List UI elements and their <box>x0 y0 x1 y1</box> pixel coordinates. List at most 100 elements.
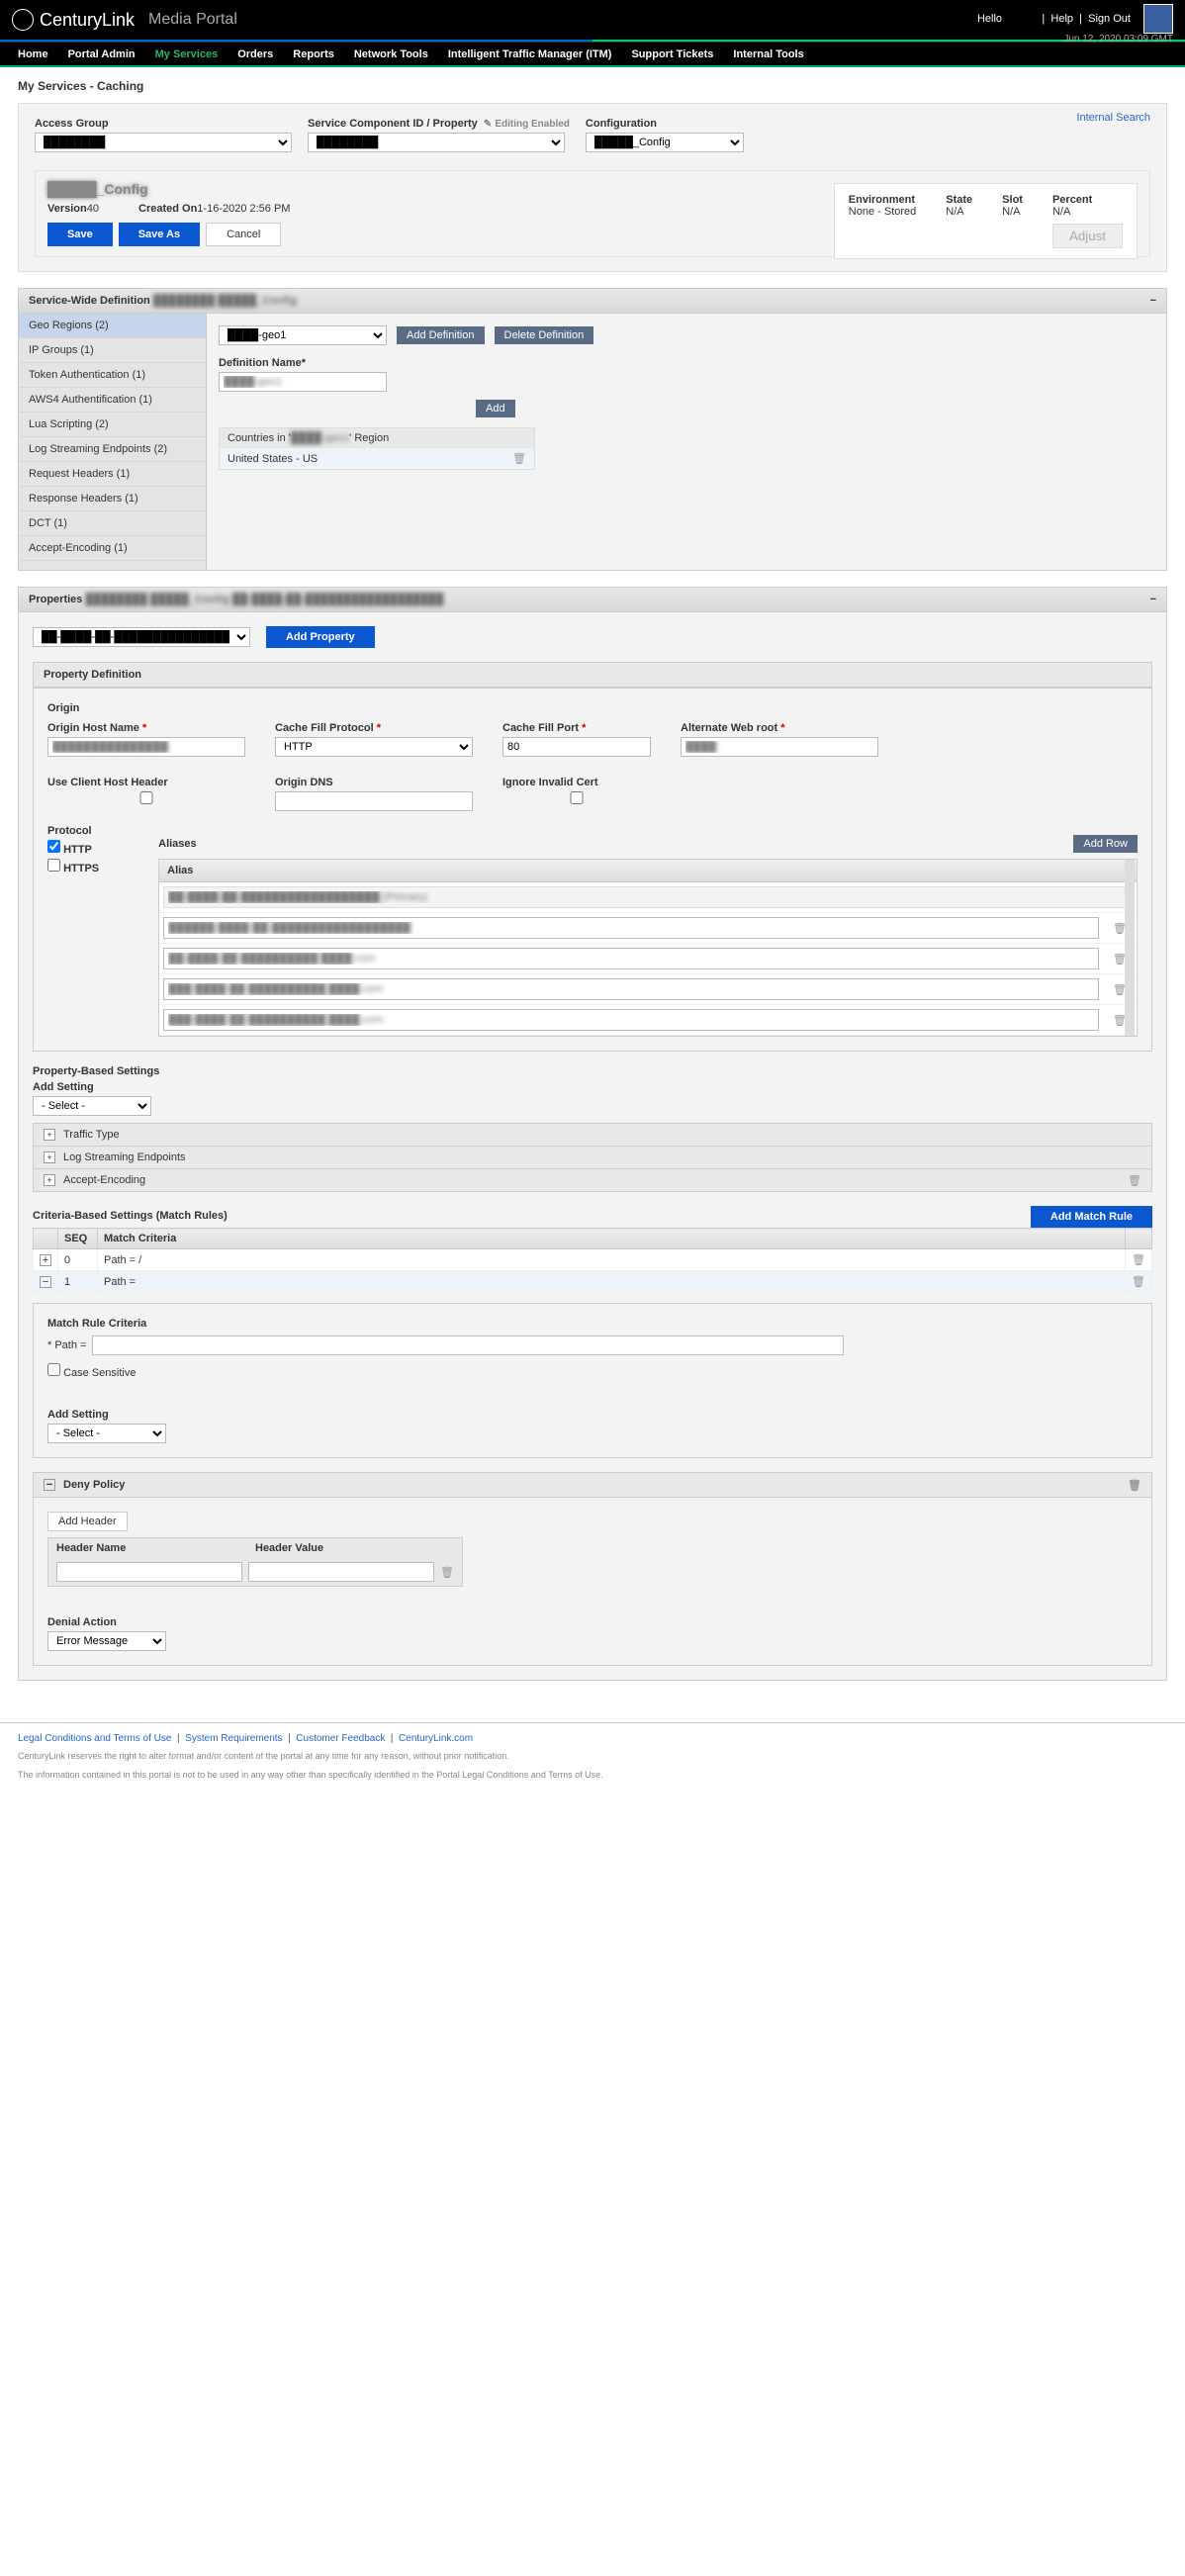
definition-name-input[interactable] <box>219 372 387 392</box>
alias-input[interactable] <box>163 948 1099 969</box>
property-select[interactable]: ██-████-██-██████████████████ <box>33 627 250 647</box>
swd-tab[interactable]: Log Streaming Endpoints (2) <box>19 437 206 462</box>
collapse-icon[interactable]: − <box>1150 594 1156 605</box>
origin-dns-input[interactable] <box>275 791 473 811</box>
expand-icon[interactable]: − <box>40 1276 51 1288</box>
menu-home[interactable]: Home <box>8 48 58 60</box>
swd-tab[interactable]: IP Groups (1) <box>19 338 206 363</box>
footer-link[interactable]: System Requirements <box>185 1733 282 1744</box>
trash-icon[interactable]: 🗑 <box>1132 1254 1145 1266</box>
alias-input[interactable] <box>163 917 1099 939</box>
expand-icon[interactable]: + <box>44 1151 55 1163</box>
help-link[interactable]: Help <box>1050 13 1073 25</box>
trash-icon[interactable]: 🗑 <box>440 1566 454 1579</box>
menu-support-tickets[interactable]: Support Tickets <box>621 48 723 60</box>
menu-intelligent-traffic-manager-itm-[interactable]: Intelligent Traffic Manager (ITM) <box>438 48 622 60</box>
swd-tab[interactable]: DCT (1) <box>19 511 206 536</box>
path-input[interactable] <box>92 1335 844 1355</box>
add-header-button[interactable]: Add Header <box>47 1512 128 1531</box>
criteria-based-settings: Add Match Rule Criteria-Based Settings (… <box>33 1210 1152 1666</box>
add-setting-select[interactable]: - Select - <box>33 1096 151 1116</box>
trash-icon[interactable]: 🗑 <box>1128 1479 1141 1492</box>
header-value-input[interactable] <box>248 1562 434 1582</box>
footer-link[interactable]: Legal Conditions and Terms of Use <box>18 1733 171 1744</box>
scid-select[interactable]: ████████ <box>308 133 565 152</box>
adjust-button[interactable]: Adjust <box>1052 224 1123 248</box>
origin-host-name-input[interactable] <box>47 737 245 757</box>
cbs-add-setting-select[interactable]: - Select - <box>47 1424 166 1443</box>
expand-icon[interactable]: − <box>44 1479 55 1491</box>
delete-definition-button[interactable]: Delete Definition <box>495 326 594 344</box>
ignore-invalid-cert-checkbox[interactable] <box>502 791 651 804</box>
countries-header: Countries in '████-geo1' Region <box>220 428 534 448</box>
trash-icon[interactable]: 🗑 <box>512 452 526 465</box>
filter-panel: Internal Search Access Group ████████ Se… <box>18 103 1167 272</box>
menu-reports[interactable]: Reports <box>283 48 344 60</box>
swd-tab[interactable]: Token Authentication (1) <box>19 363 206 388</box>
header-name-input[interactable] <box>56 1562 242 1582</box>
match-rule-criteria-box: Match Rule Criteria * Path = Case Sensit… <box>33 1303 1152 1458</box>
add-setting-label: Add Setting <box>33 1081 1152 1093</box>
pbs-row[interactable]: +Traffic Type <box>33 1123 1152 1147</box>
cache-fill-port-input[interactable] <box>502 737 651 757</box>
denial-action-select[interactable]: Error Message <box>47 1631 166 1651</box>
collapse-icon[interactable]: − <box>1150 295 1156 307</box>
properties-header[interactable]: Properties ████████ █████_Config ██-████… <box>18 587 1167 612</box>
http-checkbox[interactable]: HTTP <box>47 840 99 856</box>
add-definition-button[interactable]: Add Definition <box>397 326 485 344</box>
alias-input[interactable] <box>163 1009 1099 1031</box>
cache-fill-protocol-select[interactable]: HTTP <box>275 737 473 757</box>
swd-tab[interactable]: AWS4 Authentification (1) <box>19 388 206 413</box>
footer-link[interactable]: CenturyLink.com <box>399 1733 473 1744</box>
pbs-row[interactable]: +Log Streaming Endpoints <box>33 1146 1152 1169</box>
menu-portal-admin[interactable]: Portal Admin <box>58 48 145 60</box>
brand-logo: CenturyLink Media Portal <box>12 9 237 31</box>
created-label: Created On <box>138 203 197 215</box>
https-checkbox[interactable]: HTTPS <box>47 859 99 874</box>
version-label: Version <box>47 203 87 215</box>
cache-fill-port-label: Cache Fill Port <box>502 722 651 734</box>
menu-my-services[interactable]: My Services <box>145 48 228 60</box>
menu-orders[interactable]: Orders <box>228 48 283 60</box>
use-client-host-header-checkbox[interactable] <box>47 791 245 804</box>
menu-network-tools[interactable]: Network Tools <box>344 48 438 60</box>
trash-icon[interactable]: 🗑 <box>1128 1174 1141 1187</box>
alt-web-root-input[interactable] <box>681 737 878 757</box>
swd-tab[interactable]: Geo Regions (2) <box>19 314 206 338</box>
configuration-select[interactable]: █████_Config <box>586 133 744 152</box>
trash-icon[interactable]: 🗑 <box>1132 1276 1145 1288</box>
scrollbar[interactable] <box>1125 860 1135 1036</box>
brand-icon <box>12 9 34 31</box>
swd-tab[interactable]: Accept-Encoding (1) <box>19 536 206 561</box>
deny-policy-header[interactable]: − Deny Policy 🗑 <box>33 1472 1152 1498</box>
pencil-icon: ✎ <box>484 119 492 130</box>
swd-tab[interactable]: Lua Scripting (2) <box>19 413 206 437</box>
definition-select[interactable]: ████-geo1 <box>219 325 387 345</box>
cancel-button[interactable]: Cancel <box>206 223 281 246</box>
swd-tab[interactable]: Response Headers (1) <box>19 487 206 511</box>
case-sensitive-checkbox[interactable]: Case Sensitive <box>47 1363 1138 1379</box>
add-country-button[interactable]: Add <box>476 400 515 417</box>
signout-link[interactable]: Sign Out <box>1088 13 1131 25</box>
access-group-select[interactable]: ████████ <box>35 133 292 152</box>
menu-internal-tools[interactable]: Internal Tools <box>723 48 813 60</box>
expand-icon[interactable]: + <box>44 1129 55 1141</box>
save-button[interactable]: Save <box>47 223 113 246</box>
swd-tab[interactable]: Request Headers (1) <box>19 462 206 487</box>
add-property-button[interactable]: Add Property <box>266 626 375 648</box>
save-as-button[interactable]: Save As <box>119 223 200 246</box>
alias-input[interactable] <box>163 978 1099 1000</box>
match-rules-table: SEQMatch Criteria +0Path = /🗑−1Path =🗑 <box>33 1228 1152 1293</box>
footer-link[interactable]: Customer Feedback <box>296 1733 385 1744</box>
cbs-add-setting-label: Add Setting <box>47 1409 1138 1421</box>
add-match-rule-button[interactable]: Add Match Rule <box>1031 1206 1152 1228</box>
add-row-button[interactable]: Add Row <box>1073 835 1138 853</box>
internal-search-link[interactable]: Internal Search <box>1076 112 1150 124</box>
alias-input <box>163 886 1133 908</box>
pbs-row[interactable]: +Accept-Encoding🗑 <box>33 1168 1152 1192</box>
expand-icon[interactable]: + <box>40 1254 51 1266</box>
expand-icon[interactable]: + <box>44 1174 55 1186</box>
deny-policy-body: Add Header Header NameHeader Value 🗑 Den… <box>33 1498 1152 1666</box>
swd-header[interactable]: Service-Wide Definition ████████ █████_C… <box>18 288 1167 314</box>
ignore-invalid-cert-label: Ignore Invalid Cert <box>502 777 651 788</box>
